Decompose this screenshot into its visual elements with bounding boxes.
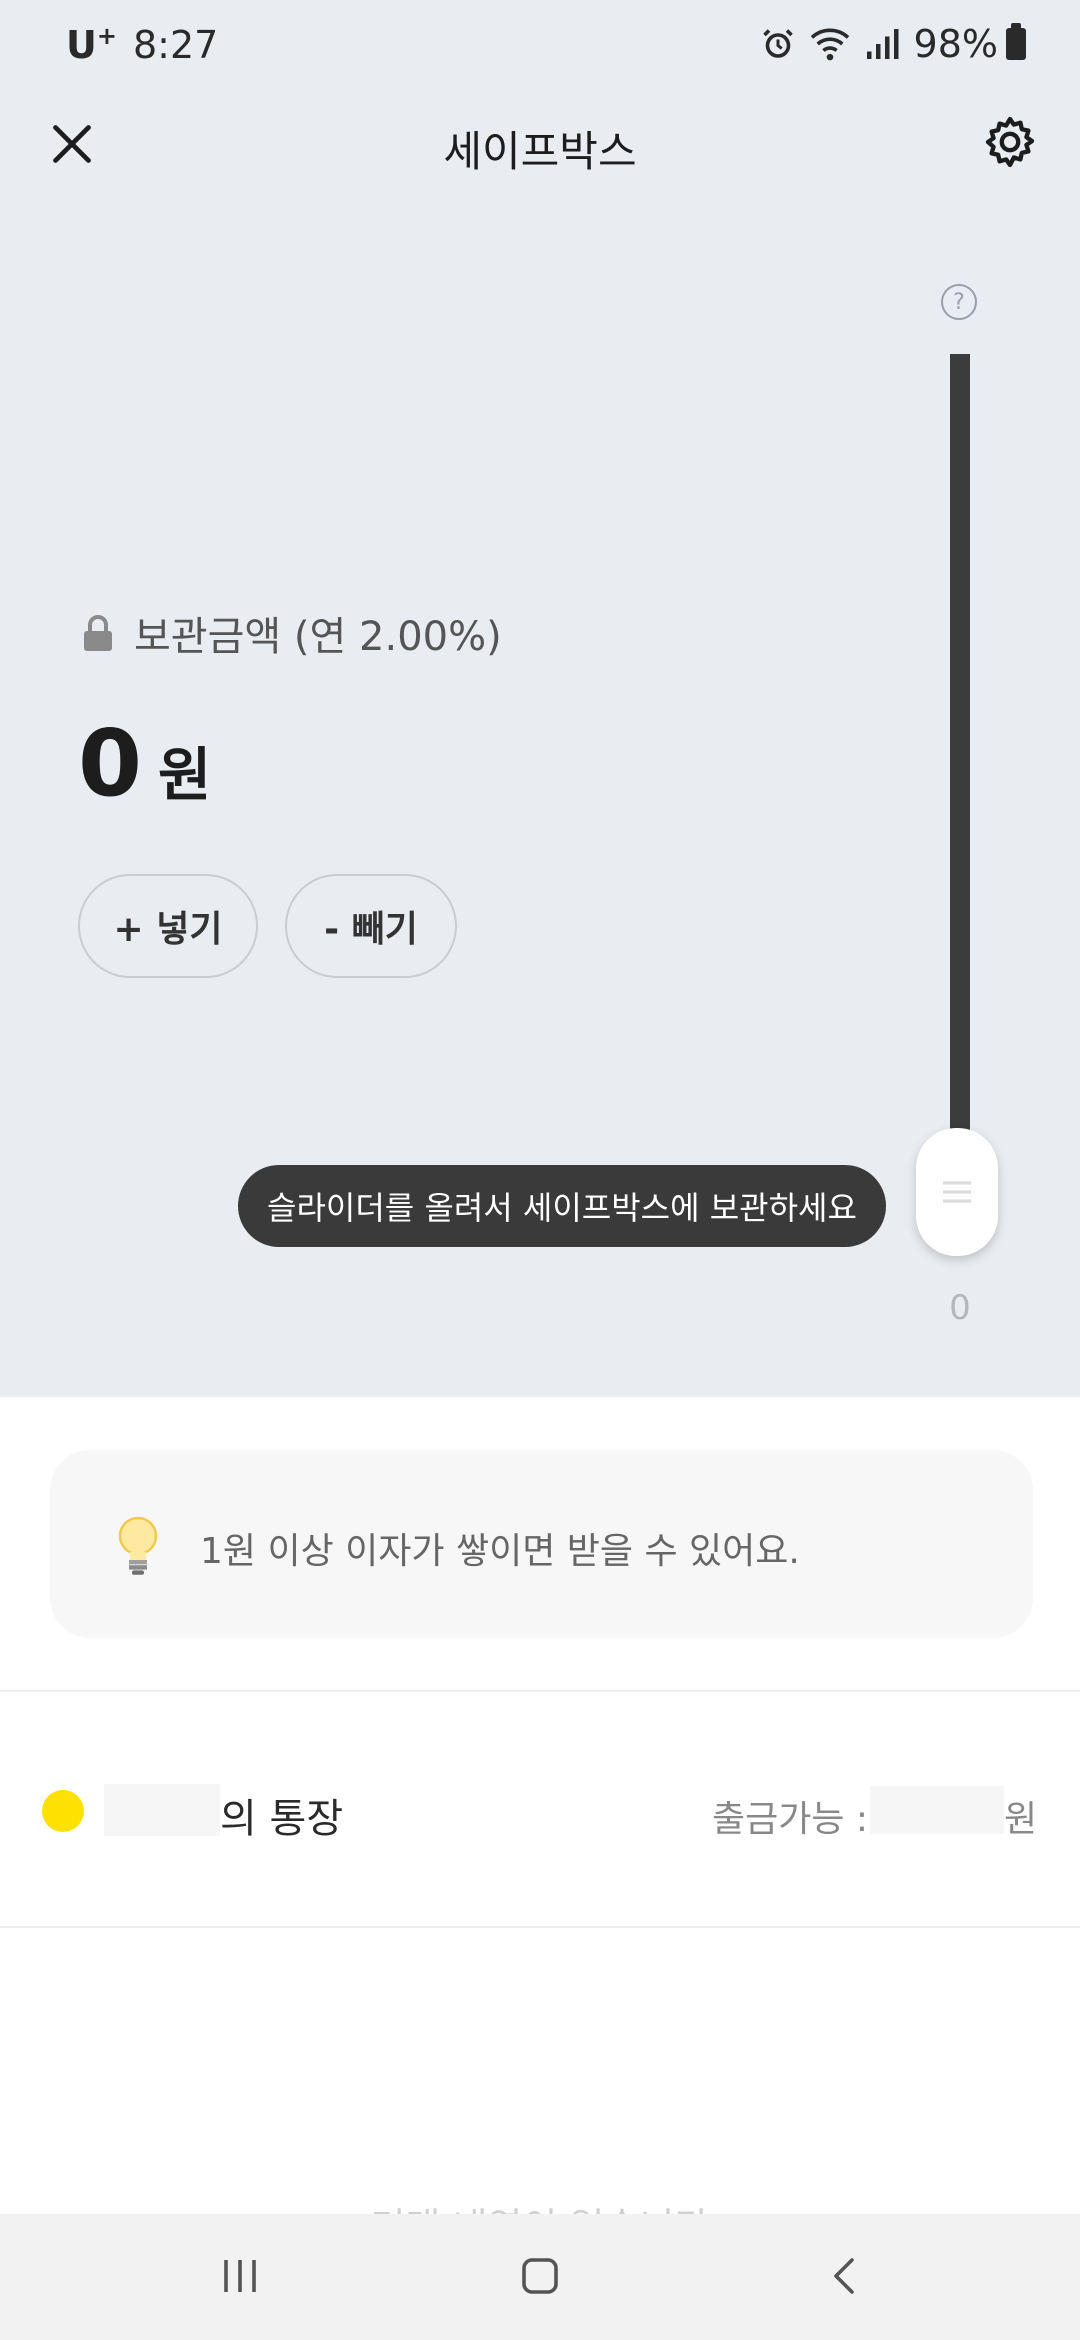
gear-icon xyxy=(985,116,1035,168)
balance-value: 0 xyxy=(78,710,143,817)
masked-account-name xyxy=(104,1784,220,1836)
deposit-button[interactable]: + 넣기 xyxy=(78,874,258,978)
battery-percent: 98% xyxy=(913,22,998,66)
safebox-top-area: U+ 8:27 98% 세이프박스 보관금액 (연 2.00%) 0 원 + 넣… xyxy=(0,0,1080,1397)
balance-unit: 원 xyxy=(158,741,212,809)
account-row[interactable]: 의 통장 출금가능 : 원 xyxy=(0,1768,1080,1852)
divider xyxy=(0,1926,1080,1928)
withdrawable-unit: 원 xyxy=(1004,1799,1038,1840)
alarm-icon xyxy=(760,26,796,62)
header: 세이프박스 xyxy=(0,96,1080,196)
back-icon xyxy=(834,2258,854,2294)
home-icon xyxy=(522,2258,558,2294)
balance-label: 보관금액 (연 2.00%) xyxy=(82,604,502,662)
home-button[interactable] xyxy=(500,2244,580,2308)
back-button[interactable] xyxy=(806,2244,886,2308)
signal-icon xyxy=(864,27,900,61)
balance-label-text: 보관금액 (연 2.00%) xyxy=(134,614,502,660)
account-color-dot xyxy=(42,1790,84,1832)
carrier-name: U xyxy=(66,23,97,67)
info-text: 1원 이상 이자가 쌓이면 받을 수 있어요. xyxy=(200,1531,800,1572)
divider xyxy=(0,1690,1080,1692)
withdrawable-label: 출금가능 : xyxy=(712,1799,869,1840)
carrier-plus: + xyxy=(96,22,117,50)
settings-button[interactable] xyxy=(978,110,1042,174)
info-card: 1원 이상 이자가 쌓이면 받을 수 있어요. xyxy=(50,1450,1033,1638)
status-time: 8:27 xyxy=(132,22,219,67)
carrier-label: U+ xyxy=(66,22,117,67)
lock-icon xyxy=(82,613,114,653)
page-title: 세이프박스 xyxy=(443,127,637,176)
slider-tooltip: 슬라이더를 올려서 세이프박스에 보관하세요 xyxy=(238,1165,886,1247)
slider-value: 0 xyxy=(949,1288,971,1328)
balance-amount: 0 원 xyxy=(78,710,211,817)
recents-button[interactable] xyxy=(200,2244,280,2308)
system-nav-bar xyxy=(0,2214,1080,2340)
account-label: 의 통장 xyxy=(220,1796,344,1842)
status-bar: U+ 8:27 98% xyxy=(0,0,1080,96)
help-icon[interactable]: ? xyxy=(941,284,977,320)
wifi-icon xyxy=(810,26,850,62)
battery-icon xyxy=(1006,23,1026,60)
slider-handle[interactable] xyxy=(916,1128,998,1256)
grip-icon xyxy=(943,1181,971,1203)
status-right: 98% xyxy=(746,22,1026,66)
withdraw-button[interactable]: - 빼기 xyxy=(285,874,457,978)
lightbulb-icon xyxy=(116,1516,160,1578)
recents-icon xyxy=(224,2260,256,2292)
slider-track[interactable] xyxy=(950,354,970,1154)
masked-withdrawable-amount xyxy=(870,1786,1004,1834)
status-left: U+ 8:27 xyxy=(66,22,218,67)
